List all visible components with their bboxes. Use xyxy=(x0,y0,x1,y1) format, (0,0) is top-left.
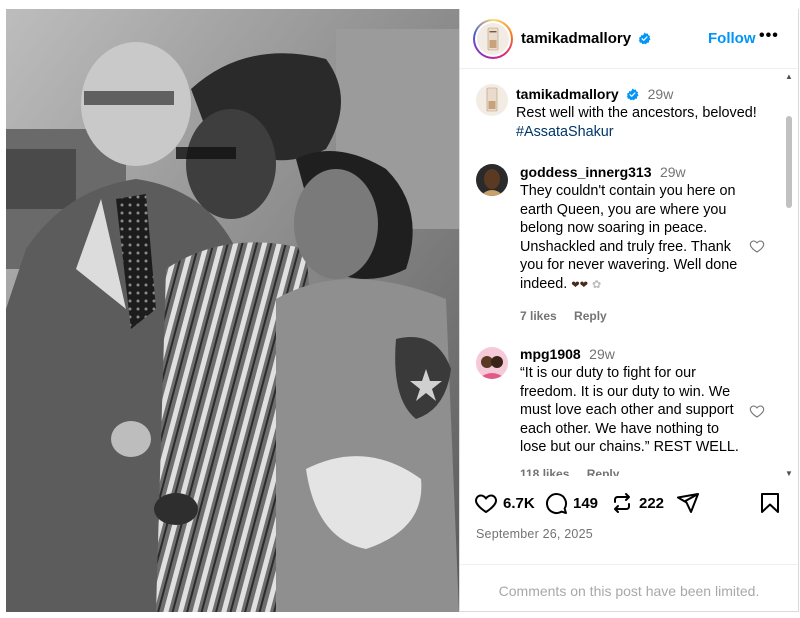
comment-avatar-image xyxy=(476,347,508,379)
caption-text: Rest well with the ancestors, beloved! xyxy=(516,105,757,121)
caption-time[interactable]: 29w xyxy=(648,86,674,102)
verified-icon xyxy=(626,88,639,101)
comment-like-heart-icon[interactable] xyxy=(749,238,765,254)
caption-username[interactable]: tamikadmallory xyxy=(516,86,619,102)
comment: goddess_innerg313 29w They couldn't cont… xyxy=(520,163,744,296)
author-username[interactable]: tamikadmallory xyxy=(521,30,651,47)
comments-count: 149 xyxy=(573,494,599,512)
comment: mpg1908 29w “It is our duty to fight for… xyxy=(520,345,744,457)
dove-emoji-icon: ✿ xyxy=(591,278,602,291)
comment-likes[interactable]: 7 likes xyxy=(520,309,557,323)
hearts-emoji-icon: ❤❤ xyxy=(571,279,588,291)
comment-time[interactable]: 29w xyxy=(589,346,615,362)
comment-text: They couldn't contain you here on earth … xyxy=(520,182,744,296)
comments-list[interactable]: tamikadmallory 29w Rest well with the an… xyxy=(460,70,798,476)
caption: tamikadmallory 29w Rest well with the an… xyxy=(516,85,766,141)
follow-button[interactable]: Follow xyxy=(708,30,756,47)
comments-limited-notice: Comments on this post have been limited. xyxy=(460,564,798,612)
post-side-panel: tamikadmallory Follow ••• tamikadmallory… xyxy=(459,9,799,612)
comment-icon xyxy=(546,493,568,515)
repost-button[interactable]: 222 xyxy=(610,491,664,515)
scroll-thumb[interactable] xyxy=(786,116,792,208)
reposts-count: 222 xyxy=(639,494,665,512)
caption-avatar-image xyxy=(476,84,508,116)
verified-icon xyxy=(638,32,651,45)
caption-hashtag[interactable]: #AssataShakur xyxy=(516,123,766,142)
author-avatar[interactable] xyxy=(473,19,513,59)
comment-avatar-image xyxy=(476,164,508,196)
photo-panel xyxy=(0,0,459,618)
scroll-up-icon[interactable]: ▲ xyxy=(785,72,793,81)
comment-reply-button[interactable]: Reply xyxy=(574,309,607,323)
comment-time[interactable]: 29w xyxy=(660,164,686,180)
comment-avatar[interactable] xyxy=(476,164,508,196)
post-photo-art xyxy=(6,9,459,612)
post-date[interactable]: September 26, 2025 xyxy=(476,527,593,541)
save-button[interactable] xyxy=(758,491,787,515)
repost-icon xyxy=(614,493,630,513)
author-avatar-image xyxy=(477,23,509,55)
action-bar: 6.7K 149 222 xyxy=(460,479,798,534)
comment-like-heart-icon[interactable] xyxy=(749,403,765,419)
comment-username[interactable]: goddess_innerg313 xyxy=(520,164,652,180)
caption-avatar[interactable] xyxy=(476,84,508,116)
bookmark-icon xyxy=(761,493,779,513)
comment-text: “It is our duty to fight for our freedom… xyxy=(520,365,739,456)
like-button[interactable]: 6.7K xyxy=(474,491,535,515)
share-icon xyxy=(677,493,699,513)
post-header: tamikadmallory Follow ••• xyxy=(460,9,798,69)
comment-likes[interactable]: 118 likes xyxy=(520,467,569,476)
scroll-down-icon[interactable]: ▼ xyxy=(785,469,793,476)
comments-scrollbar[interactable]: ▲ ▼ xyxy=(784,70,794,476)
heart-icon xyxy=(475,494,497,514)
more-icon[interactable]: ••• xyxy=(759,27,779,45)
share-button[interactable] xyxy=(676,491,705,515)
comment-button[interactable]: 149 xyxy=(544,491,598,515)
comment-username[interactable]: mpg1908 xyxy=(520,346,581,362)
comment-text-body: They couldn't contain you here on earth … xyxy=(520,183,738,292)
author-username-text[interactable]: tamikadmallory xyxy=(521,30,631,47)
comment-avatar[interactable] xyxy=(476,347,508,379)
comment-reply-button[interactable]: Reply xyxy=(587,467,620,476)
post-photo[interactable] xyxy=(6,9,459,612)
comment-meta: 7 likes Reply xyxy=(520,309,621,323)
comment-meta: 118 likes Reply xyxy=(520,467,633,476)
likes-count: 6.7K xyxy=(503,494,535,512)
